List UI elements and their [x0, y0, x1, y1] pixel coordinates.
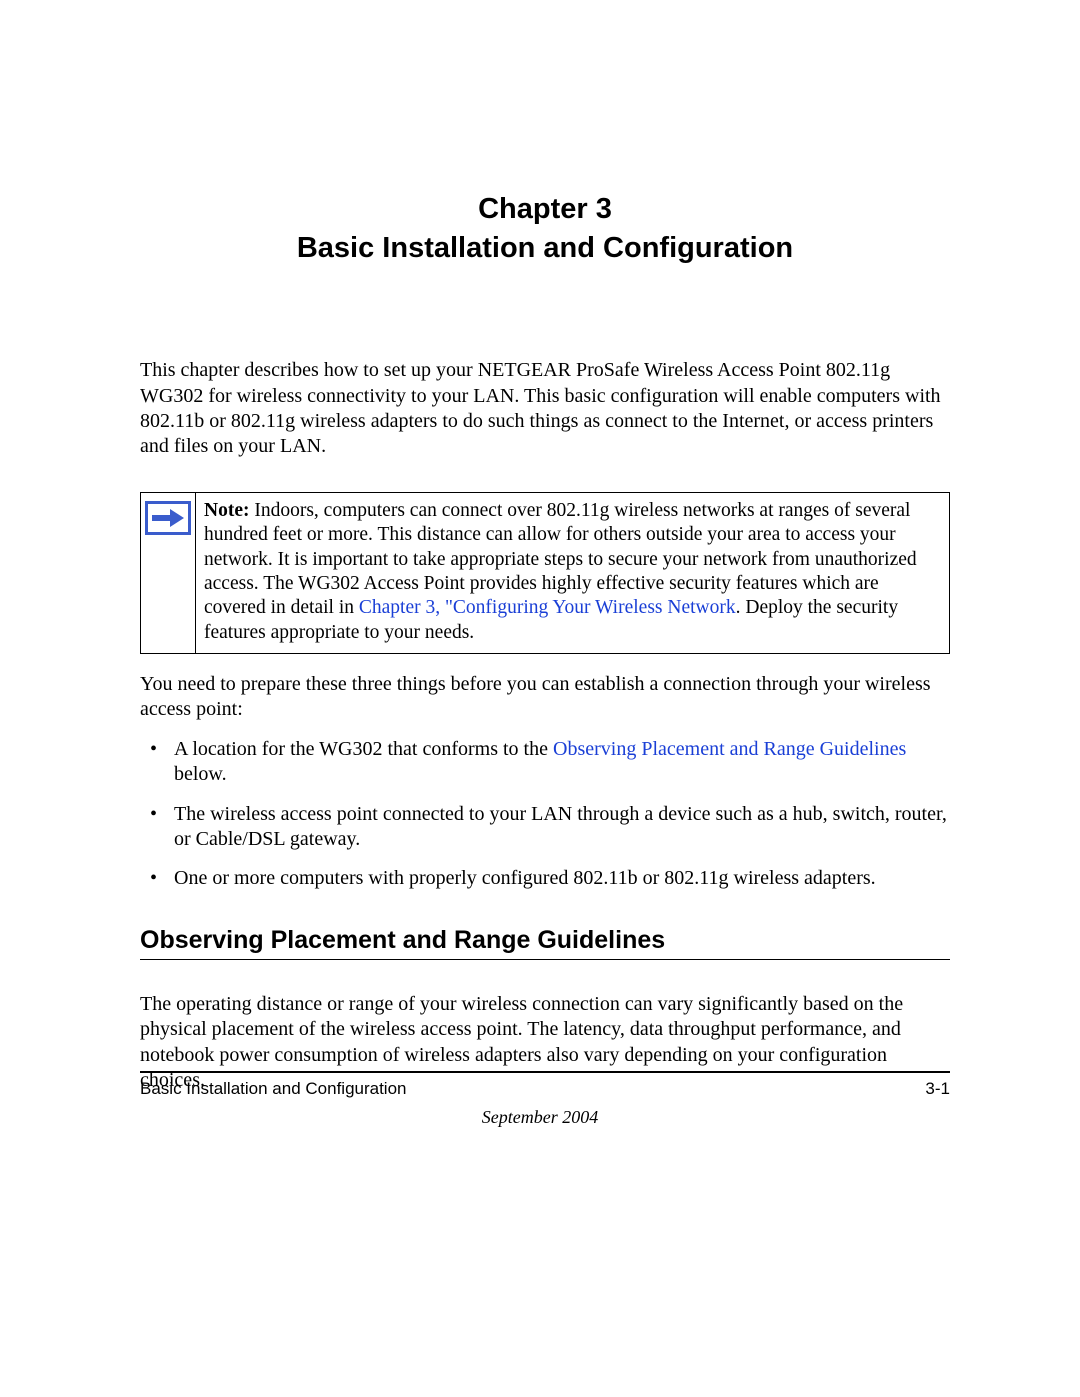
- intro-paragraph: This chapter describes how to set up you…: [140, 358, 950, 460]
- list-item: A location for the WG302 that conforms t…: [140, 737, 950, 788]
- chapter-title: Chapter 3 Basic Installation and Configu…: [140, 190, 950, 268]
- note-label: Note:: [204, 500, 249, 521]
- list-item: One or more computers with properly conf…: [140, 866, 950, 891]
- bullet-1-pre: A location for the WG302 that conforms t…: [174, 738, 553, 760]
- chapter-number: Chapter 3: [478, 193, 612, 225]
- bullet-1-link[interactable]: Observing Placement and Range Guidelines: [553, 738, 906, 760]
- chapter-name: Basic Installation and Configuration: [297, 232, 793, 264]
- list-item: The wireless access point connected to y…: [140, 802, 950, 853]
- note-box: Note: Indoors, computers can connect ove…: [140, 492, 950, 654]
- footer-line: Basic Installation and Configuration 3-1: [140, 1079, 950, 1099]
- note-icon-cell: [141, 492, 196, 653]
- note-text: Note: Indoors, computers can connect ove…: [196, 492, 950, 653]
- bullet-1-post: below.: [174, 763, 227, 785]
- arrow-right-icon: [145, 501, 191, 535]
- footer-rule: [140, 1071, 950, 1073]
- section-heading: Observing Placement and Range Guidelines: [140, 926, 950, 960]
- footer-left: Basic Installation and Configuration: [140, 1079, 407, 1099]
- note-link[interactable]: Chapter 3, "Configuring Your Wireless Ne…: [359, 597, 736, 618]
- prep-list: A location for the WG302 that conforms t…: [140, 737, 950, 892]
- footer-page-number: 3-1: [925, 1079, 950, 1099]
- prep-intro: You need to prepare these three things b…: [140, 672, 950, 723]
- page-content: Chapter 3 Basic Installation and Configu…: [0, 0, 1080, 1093]
- page-footer: Basic Installation and Configuration 3-1: [140, 1071, 950, 1099]
- footer-date: September 2004: [0, 1107, 1080, 1128]
